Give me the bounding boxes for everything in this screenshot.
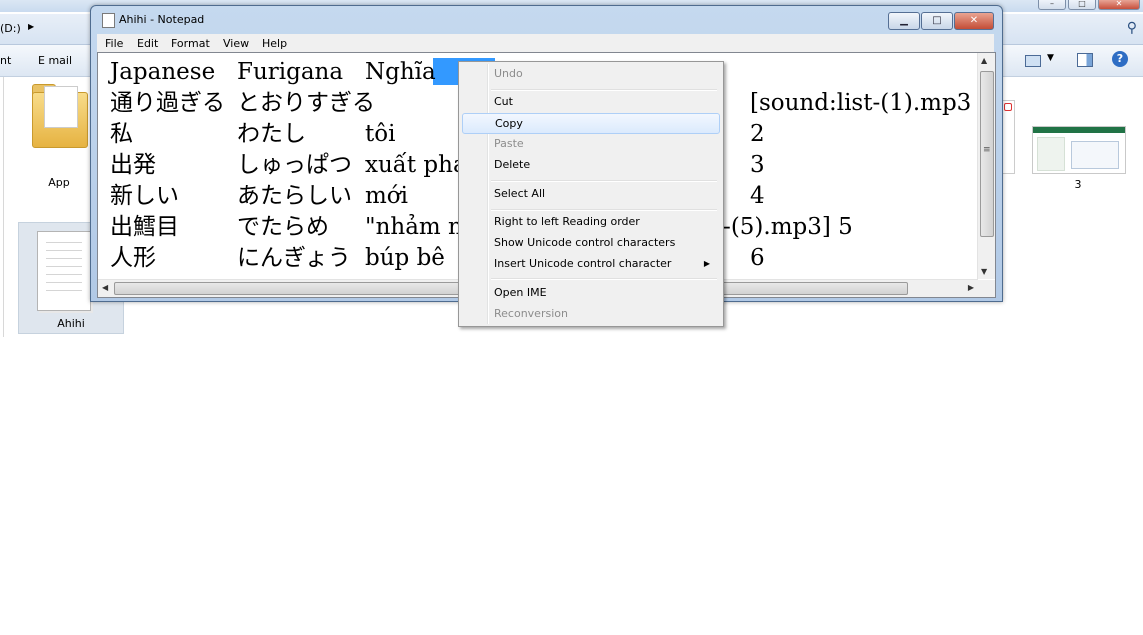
- text-cell: わたし: [237, 121, 306, 147]
- menu-item-label: Delete: [494, 158, 531, 171]
- text-cell: mới: [365, 183, 409, 209]
- menu-item-label: Paste: [494, 137, 524, 150]
- minimize-button[interactable]: ▁: [888, 12, 920, 30]
- toolbar-item-partial[interactable]: nt: [0, 54, 11, 67]
- text-cell: 私: [110, 121, 133, 147]
- menu-separator: [491, 89, 717, 91]
- menu-item-label: Right to left Reading order: [494, 215, 640, 228]
- text-cell: 人形: [110, 245, 156, 271]
- menu-separator: [491, 278, 717, 280]
- menu-format[interactable]: Format: [171, 37, 210, 50]
- menu-item-label: Show Unicode control characters: [494, 236, 676, 249]
- navigation-pane-edge: [0, 77, 4, 337]
- text-cell: にんぎょう: [237, 245, 351, 271]
- text-cell: 6: [750, 245, 765, 271]
- submenu-arrow-icon: ▶: [703, 259, 710, 268]
- help-icon[interactable]: ?: [1112, 51, 1128, 67]
- folder-item-app[interactable]: App: [28, 82, 90, 189]
- close-button[interactable]: ✕: [954, 12, 994, 30]
- scroll-down-arrow-icon[interactable]: ▼: [981, 267, 987, 276]
- menu-item-delete[interactable]: Delete: [462, 155, 718, 175]
- menu-item-reconversion[interactable]: Reconversion: [462, 304, 718, 324]
- window-controls: ▁ □ ✕: [888, 12, 994, 30]
- menu-view[interactable]: View: [223, 37, 249, 50]
- menu-item-copy[interactable]: Copy: [462, 113, 720, 134]
- text-cell: xuất phá: [365, 152, 467, 178]
- search-icon[interactable]: ⚲: [1127, 20, 1137, 36]
- text-cell: あたらしい: [237, 183, 352, 209]
- menu-item-label: Open IME: [494, 286, 547, 299]
- folder-paper: [44, 86, 78, 128]
- text-cell: [sound:list-(1).mp3: [750, 90, 972, 116]
- menu-bar: File Edit Format View Help: [97, 34, 994, 52]
- text-cell: "nhảm n: [365, 214, 463, 240]
- menu-item-paste[interactable]: Paste: [462, 134, 718, 154]
- vertical-scrollbar[interactable]: ▲ ≡ ▼: [977, 53, 995, 279]
- menu-item-label: Insert Unicode control character: [494, 257, 672, 270]
- menu-item-cut[interactable]: Cut: [462, 92, 718, 112]
- text-cell: st-(5).mp3] 5: [702, 214, 853, 240]
- menu-item-label: Undo: [494, 67, 523, 80]
- menu-item-label: Select All: [494, 187, 546, 200]
- file-item-3-thumbnail[interactable]: [1032, 126, 1126, 174]
- menu-item-label: Reconversion: [494, 307, 568, 320]
- text-cell: búp bê: [365, 245, 445, 271]
- file-label: App: [48, 176, 70, 189]
- menu-item-show-unicode-control[interactable]: Show Unicode control characters: [462, 233, 718, 253]
- text-cell: 4: [750, 183, 765, 209]
- preview-pane-icon[interactable]: [1077, 53, 1093, 67]
- toolbar-email-button[interactable]: E mail: [38, 54, 72, 67]
- scroll-up-arrow-icon[interactable]: ▲: [981, 56, 987, 65]
- text-cell: 出鱈目: [110, 214, 179, 240]
- text-cell: Japanese: [110, 59, 216, 85]
- maximize-button[interactable]: □: [921, 12, 953, 30]
- text-cell: とおりすぎる: [237, 90, 375, 116]
- menu-item-insert-unicode-control[interactable]: Insert Unicode control character ▶: [462, 254, 718, 274]
- text-cell: 新しい: [110, 183, 179, 209]
- menu-separator: [491, 180, 717, 182]
- menu-item-rtl-reading-order[interactable]: Right to left Reading order: [462, 212, 718, 232]
- menu-separator: [491, 209, 717, 211]
- window-title: Ahihi - Notepad: [119, 13, 205, 26]
- notepad-app-icon[interactable]: [102, 13, 115, 28]
- scroll-right-arrow-icon[interactable]: ▶: [968, 283, 974, 292]
- menu-item-select-all[interactable]: Select All: [462, 184, 718, 204]
- context-menu: Undo Cut Copy Paste Delete Select All Ri…: [458, 61, 724, 327]
- text-cell: 通り過ぎる: [110, 90, 225, 116]
- menu-item-label: Cut: [494, 95, 513, 108]
- text-cell: Nghĩa: [365, 59, 436, 85]
- explorer-maximize-button[interactable]: □: [1068, 0, 1096, 10]
- change-view-icon[interactable]: [1025, 55, 1041, 67]
- menu-item-label: Copy: [495, 117, 523, 130]
- menu-item-undo[interactable]: Undo: [462, 64, 718, 84]
- text-cell: しゅっぱつ: [237, 152, 352, 178]
- text-cell: tôi: [365, 121, 396, 147]
- text-cell: Furigana: [237, 59, 344, 85]
- file-label: Ahihi: [57, 317, 85, 330]
- breadcrumb-arrow-icon[interactable]: ▶: [28, 22, 34, 31]
- explorer-window-controls: – □ ✕: [1038, 0, 1143, 10]
- menu-edit[interactable]: Edit: [137, 37, 158, 50]
- menu-help[interactable]: Help: [262, 37, 287, 50]
- explorer-minimize-button[interactable]: –: [1038, 0, 1066, 10]
- vertical-scroll-thumb[interactable]: ≡: [980, 71, 994, 237]
- menu-item-open-ime[interactable]: Open IME: [462, 283, 718, 303]
- text-document-icon: [37, 231, 91, 311]
- text-cell: 2: [750, 121, 765, 147]
- scrollbar-corner: [978, 280, 995, 297]
- explorer-close-button[interactable]: ✕: [1098, 0, 1140, 10]
- scroll-left-arrow-icon[interactable]: ◀: [102, 283, 108, 292]
- view-dropdown-arrow-icon[interactable]: ▼: [1047, 53, 1054, 63]
- address-drive-label[interactable]: (D:): [0, 22, 21, 35]
- menu-file[interactable]: File: [105, 37, 123, 50]
- file-label: 3: [1074, 178, 1082, 191]
- text-cell: 3: [750, 152, 765, 178]
- text-cell: 出発: [110, 152, 156, 178]
- text-cell: でたらめ: [237, 214, 329, 240]
